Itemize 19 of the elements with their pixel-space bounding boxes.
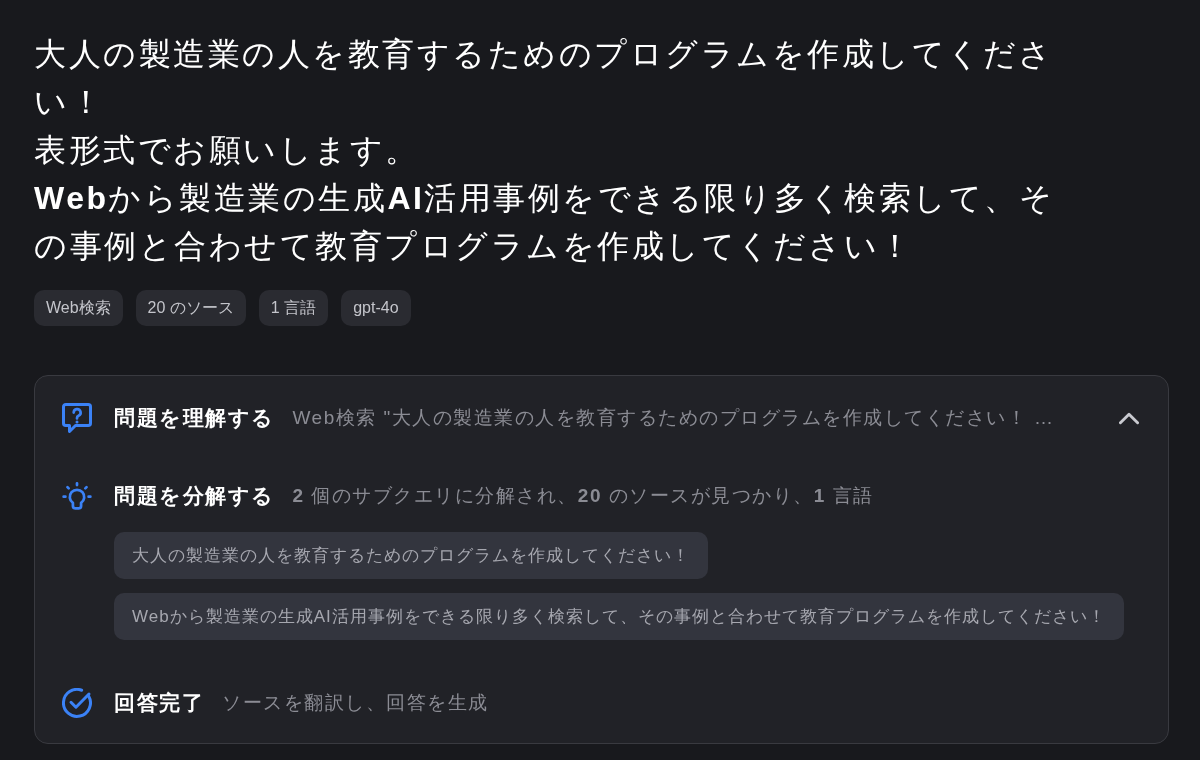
step-description: ソースを翻訳し、回答を生成 (222, 691, 489, 715)
step-title: 問題を理解する (114, 405, 275, 431)
prompt-text: 表形式でお願いします。 (34, 131, 421, 170)
step-description: Web検索 "大人の製造業の人を教育するためのプログラムを作成してください！ … (292, 406, 1055, 430)
step-title: 問題を分解する (114, 483, 275, 509)
collapse-button[interactable] (1119, 411, 1139, 425)
info-chip: 20 のソース (135, 290, 246, 326)
subquery-chip: Webから製造業の生成AI活用事例をできる限り多く検索して、その事例と合わせて教育プログラムを作成してください！ (114, 593, 1124, 640)
prompt-text: 大人の製造業の人を教育するためのプログラムを作成してください！ (34, 35, 1055, 122)
step-title: 回答完了 (114, 690, 204, 716)
step-description: 2 個のサブクエリに分解され、20 のソースが見つかり、1 言語 (292, 484, 874, 508)
prompt-text: Webから製造業の生成AI活用事例をできる限り多く検索して、その事例と合わせて教育プログラムを作成してください！ (34, 179, 1056, 266)
info-chip: Web検索 (34, 290, 123, 326)
info-chip: gpt-4o (341, 290, 411, 326)
info-chip: 1 言語 (258, 290, 329, 326)
lightbulb-icon (62, 481, 92, 511)
check-circle-icon (62, 688, 92, 718)
subquery-chip: 大人の製造業の人を教育するためのプログラムを作成してください！ (114, 532, 708, 579)
question-bubble-icon (62, 403, 92, 433)
